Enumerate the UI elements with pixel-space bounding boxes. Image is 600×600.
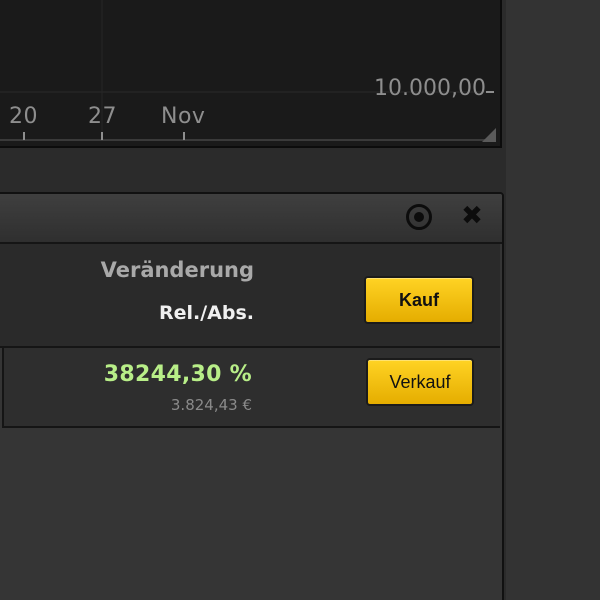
absolute-change-value: 3.824,43 € [170, 396, 252, 414]
chart-panel: 20 27 Nov 10.000,00 [0, 0, 502, 148]
change-table: Veränderung Rel./Abs. Kauf 38244,30 % 3.… [0, 244, 500, 600]
right-sidebar-background [506, 0, 600, 600]
x-tick-label: 20 [9, 104, 38, 129]
table-header-row: Veränderung Rel./Abs. Kauf [0, 244, 500, 348]
target-icon[interactable] [406, 204, 432, 230]
app-screen: 20 27 Nov 10.000,00 ✖ Veränderung Rel./A… [0, 0, 600, 600]
chart-gridlines [0, 0, 494, 141]
x-tick-label: Nov [161, 104, 206, 129]
panel-title-bar[interactable]: ✖ [0, 194, 502, 244]
trade-panel: ✖ Veränderung Rel./Abs. Kauf 38244,30 % … [0, 192, 504, 600]
buy-button[interactable]: Kauf [364, 276, 474, 324]
column-header-change[interactable]: Veränderung [101, 258, 254, 282]
y-tick-label: 10.000,00 [374, 76, 486, 101]
x-tick-label: 27 [88, 104, 117, 129]
relative-change-value: 38244,30 % [103, 362, 252, 387]
sell-button[interactable]: Verkauf [366, 358, 474, 406]
column-subheader-rel-abs: Rel./Abs. [158, 302, 254, 324]
close-icon[interactable]: ✖ [458, 202, 486, 230]
resize-grip-icon[interactable] [482, 128, 496, 142]
